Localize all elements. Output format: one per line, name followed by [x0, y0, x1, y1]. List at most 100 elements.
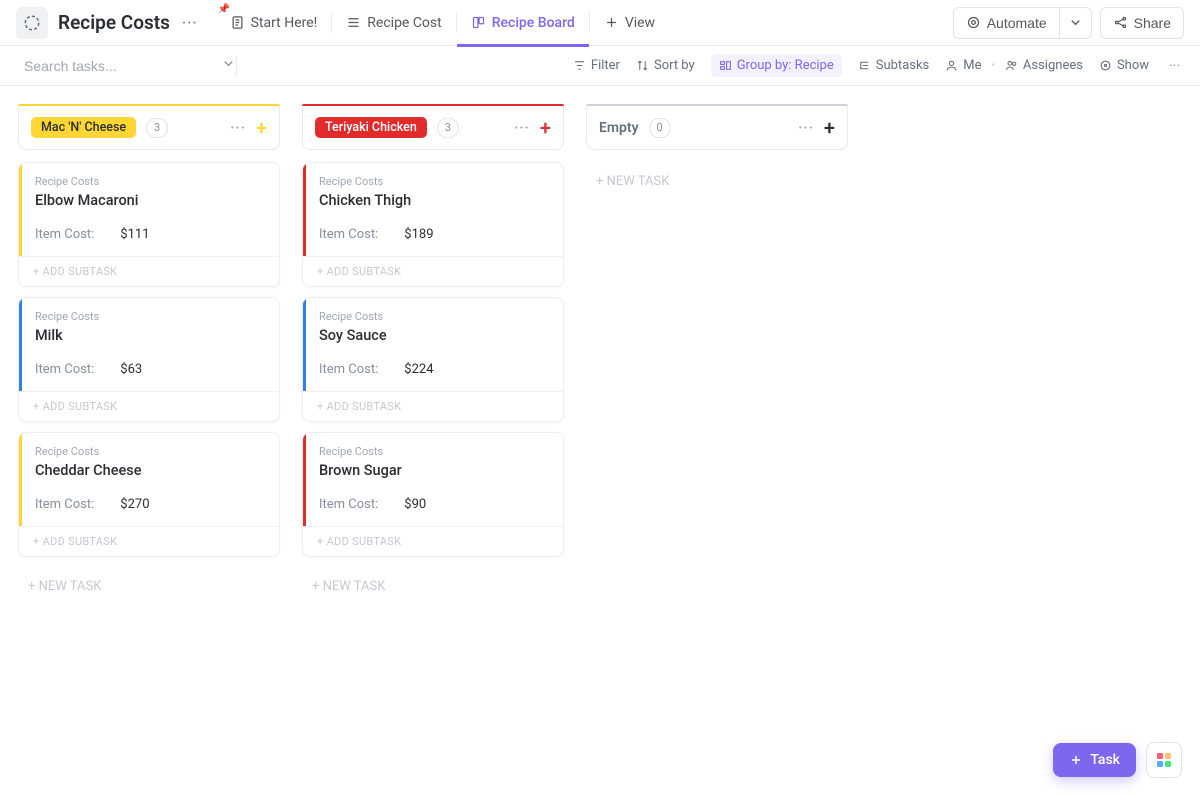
filter-icon	[573, 59, 586, 72]
add-subtask-button[interactable]: + ADD SUBTASK	[19, 256, 279, 286]
card-status-stripe	[303, 298, 306, 391]
sort-label: Sort by	[654, 58, 695, 73]
card-status-stripe	[19, 163, 22, 256]
item-cost-label: Item Cost:	[35, 497, 94, 512]
card-meta: Recipe Costs	[319, 445, 549, 458]
list-icon	[346, 15, 361, 30]
item-cost-label: Item Cost:	[319, 362, 378, 377]
automate-caret-button[interactable]	[1060, 7, 1092, 39]
column-cards: Recipe Costs Chicken Thigh Item Cost: $1…	[302, 162, 564, 606]
task-card[interactable]: Recipe Costs Elbow Macaroni Item Cost: $…	[18, 162, 280, 287]
item-cost-label: Item Cost:	[319, 227, 378, 242]
new-task-button[interactable]: + NEW TASK	[302, 567, 564, 606]
column-count: 0	[649, 118, 671, 138]
task-card[interactable]: Recipe Costs Chicken Thigh Item Cost: $1…	[302, 162, 564, 287]
new-task-button[interactable]: + NEW TASK	[586, 162, 848, 201]
card-meta: Recipe Costs	[35, 175, 265, 188]
add-subtask-button[interactable]: + ADD SUBTASK	[303, 391, 563, 421]
add-subtask-button[interactable]: + ADD SUBTASK	[303, 526, 563, 556]
card-title: Elbow Macaroni	[35, 192, 265, 209]
board-column: Mac 'N' Cheese 3 ··· + Recipe Costs Elbo…	[18, 104, 280, 606]
task-card[interactable]: Recipe Costs Milk Item Cost: $63 + ADD S…	[18, 297, 280, 422]
column-more-button[interactable]: ···	[798, 120, 814, 136]
topbar-left: Recipe Costs ··· 📌 Start Here! Recipe Co…	[16, 0, 669, 46]
new-task-fab[interactable]: Task	[1053, 743, 1136, 777]
plus-icon	[604, 15, 619, 30]
me-button[interactable]: Me	[945, 58, 981, 73]
card-meta: Recipe Costs	[35, 310, 265, 323]
assignees-label: Assignees	[1023, 58, 1083, 73]
item-cost-label: Item Cost:	[319, 497, 378, 512]
toolbar-separator	[236, 56, 237, 76]
subtasks-button[interactable]: Subtasks	[858, 58, 930, 73]
column-chip[interactable]: Teriyaki Chicken	[315, 117, 427, 138]
search-expand-button[interactable]	[213, 56, 244, 75]
column-add-button[interactable]: +	[256, 116, 267, 140]
add-subtask-button[interactable]: + ADD SUBTASK	[303, 256, 563, 286]
card-title: Cheddar Cheese	[35, 462, 265, 479]
search-input[interactable]	[24, 58, 205, 74]
task-card[interactable]: Recipe Costs Brown Sugar Item Cost: $90 …	[302, 432, 564, 557]
card-meta: Recipe Costs	[319, 310, 549, 323]
column-add-button[interactable]: +	[540, 116, 551, 140]
add-subtask-button[interactable]: + ADD SUBTASK	[19, 526, 279, 556]
add-subtask-button[interactable]: + ADD SUBTASK	[19, 391, 279, 421]
column-add-button[interactable]: +	[824, 116, 835, 140]
toolbar-right: Filter Sort by Group by: Recipe Subtasks…	[573, 54, 1184, 77]
topbar: Recipe Costs ··· 📌 Start Here! Recipe Co…	[0, 0, 1200, 46]
column-more-button[interactable]: ···	[514, 120, 530, 136]
tab-recipe-board[interactable]: Recipe Board	[457, 0, 589, 46]
filter-label: Filter	[591, 58, 620, 73]
space-icon[interactable]	[16, 7, 48, 39]
column-chip[interactable]: Empty	[599, 120, 639, 136]
card-title: Chicken Thigh	[319, 192, 549, 209]
column-more-button[interactable]: ···	[230, 120, 246, 136]
automate-button[interactable]: Automate	[953, 7, 1060, 39]
task-card[interactable]: Recipe Costs Cheddar Cheese Item Cost: $…	[18, 432, 280, 557]
column-header: Mac 'N' Cheese 3 ··· +	[18, 106, 280, 150]
apps-icon	[1157, 753, 1171, 767]
views-tabs: 📌 Start Here! Recipe Cost Recipe Board	[216, 0, 670, 46]
task-card[interactable]: Recipe Costs Soy Sauce Item Cost: $224 +…	[302, 297, 564, 422]
apps-fab[interactable]	[1146, 742, 1182, 778]
card-title: Brown Sugar	[319, 462, 549, 479]
users-icon	[1005, 59, 1018, 72]
card-status-stripe	[19, 433, 22, 526]
filter-button[interactable]: Filter	[573, 58, 620, 73]
pin-icon: 📌	[218, 4, 230, 15]
new-task-button[interactable]: + NEW TASK	[18, 567, 280, 606]
doc-icon	[230, 15, 245, 30]
toolbar-more-button[interactable]: ···	[1165, 58, 1184, 74]
show-label: Show	[1117, 58, 1149, 73]
plus-icon	[1069, 753, 1083, 767]
subtasks-icon	[858, 59, 871, 72]
fab-wrap: Task	[1053, 742, 1182, 778]
board-icon	[471, 15, 486, 30]
chevron-down-icon	[221, 56, 236, 71]
item-cost-label: Item Cost:	[35, 362, 94, 377]
board: Mac 'N' Cheese 3 ··· + Recipe Costs Elbo…	[0, 86, 1200, 796]
item-cost-value: $90	[404, 497, 426, 512]
me-label: Me	[963, 58, 981, 73]
tab-recipe-cost[interactable]: Recipe Cost	[332, 0, 455, 46]
share-label: Share	[1134, 15, 1171, 31]
group-label: Group by: Recipe	[737, 58, 834, 73]
card-meta: Recipe Costs	[319, 175, 549, 188]
card-meta: Recipe Costs	[35, 445, 265, 458]
group-button[interactable]: Group by: Recipe	[711, 54, 842, 77]
tab-start-here[interactable]: 📌 Start Here!	[216, 0, 332, 46]
assignees-button[interactable]: Assignees	[1005, 58, 1083, 73]
board-column: Teriyaki Chicken 3 ··· + Recipe Costs Ch…	[302, 104, 564, 606]
tab-label: Recipe Board	[492, 15, 575, 31]
show-button[interactable]: Show	[1099, 58, 1149, 73]
tab-add-view[interactable]: View	[590, 0, 669, 46]
group-icon	[719, 59, 732, 72]
sort-icon	[636, 59, 649, 72]
item-cost-value: $270	[120, 497, 149, 512]
title-more-icon[interactable]: ···	[176, 15, 204, 31]
share-button[interactable]: Share	[1100, 7, 1184, 39]
item-cost-value: $111	[120, 227, 149, 242]
column-chip[interactable]: Mac 'N' Cheese	[31, 117, 136, 138]
dot-separator: •	[992, 60, 995, 71]
sort-button[interactable]: Sort by	[636, 58, 695, 73]
